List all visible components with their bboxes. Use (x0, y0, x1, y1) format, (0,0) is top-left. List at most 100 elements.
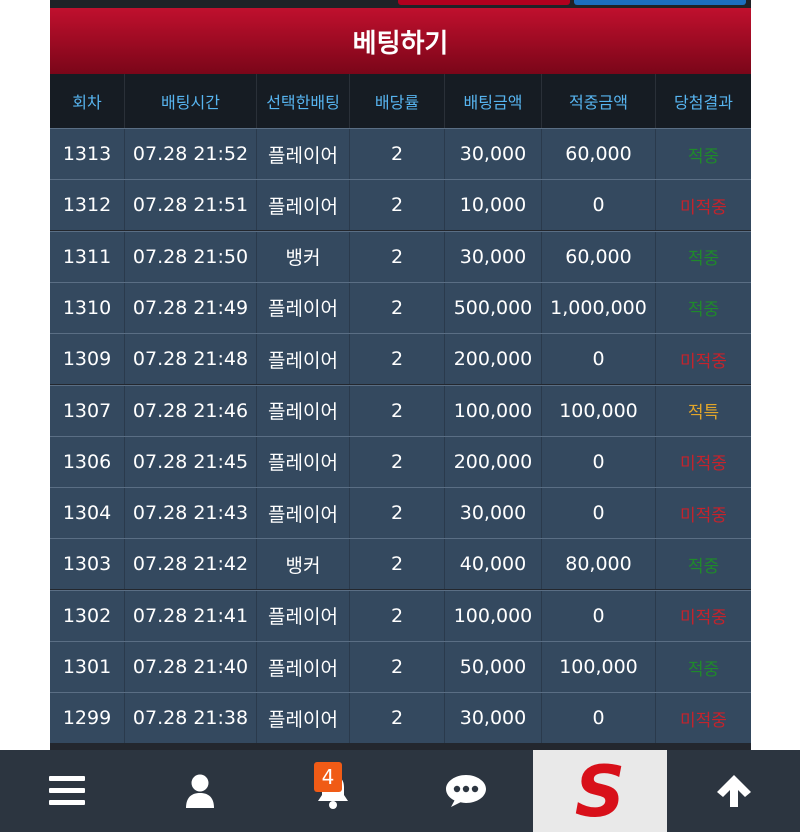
page-title: 베팅하기 (50, 8, 751, 74)
time-cell: 07.28 21:52 (125, 129, 257, 179)
bet-amount-cell: 30,000 (445, 488, 542, 539)
top-tab-strip (50, 0, 751, 8)
header-win-amount: 적중금액 (542, 74, 656, 128)
win-amount-cell: 100,000 (542, 642, 656, 692)
pick-cell: 플레이어 (257, 590, 350, 641)
win-amount-cell: 100,000 (542, 385, 656, 436)
header-time: 배팅시간 (125, 74, 257, 128)
win-amount-cell: 60,000 (542, 129, 656, 179)
time-cell: 07.28 21:38 (125, 693, 257, 744)
table-row: 1311 07.28 21:50 뱅커 2 30,000 60,000 적중 (50, 230, 751, 282)
table-row: 1313 07.28 21:52 플레이어 2 30,000 60,000 적중 (50, 128, 751, 179)
odds-cell: 2 (350, 693, 445, 744)
win-amount-cell: 0 (542, 334, 656, 385)
pick-cell: 플레이어 (257, 385, 350, 436)
odds-cell: 2 (350, 385, 445, 436)
time-cell: 07.28 21:43 (125, 488, 257, 539)
arrow-up-icon (716, 775, 751, 807)
result-cell: 미적중 (680, 197, 727, 218)
round-cell: 1312 (50, 180, 125, 231)
round-cell: 1301 (50, 642, 125, 692)
odds-cell: 2 (350, 436, 445, 487)
table-row: 1299 07.28 21:38 플레이어 2 30,000 0 미적중 (50, 692, 751, 744)
time-cell: 07.28 21:42 (125, 539, 257, 590)
time-cell: 07.28 21:41 (125, 590, 257, 641)
notification-count-badge: 4 (314, 762, 342, 792)
logo-button[interactable]: S (533, 750, 667, 832)
pick-cell: 플레이어 (257, 642, 350, 692)
win-amount-cell: 1,000,000 (542, 282, 656, 333)
odds-cell: 2 (350, 539, 445, 590)
pick-cell: 플레이어 (257, 180, 350, 231)
pick-cell: 플레이어 (257, 129, 350, 179)
table-row: 1307 07.28 21:46 플레이어 2 100,000 100,000 적특 (50, 384, 751, 436)
win-amount-cell: 0 (542, 436, 656, 487)
tab-indicator-red[interactable] (398, 0, 570, 5)
time-cell: 07.28 21:49 (125, 282, 257, 333)
win-amount-cell: 0 (542, 488, 656, 539)
table-row: 1302 07.28 21:41 플레이어 2 100,000 0 미적중 (50, 589, 751, 641)
round-cell: 1311 (50, 231, 125, 282)
chat-button[interactable] (399, 750, 533, 832)
result-cell: 적중 (687, 556, 720, 577)
table-row: 1310 07.28 21:49 플레이어 2 500,000 1,000,000 적중 (50, 281, 751, 333)
bet-amount-cell: 40,000 (445, 539, 542, 590)
result-cell: 적중 (687, 659, 720, 680)
pick-cell: 플레이어 (257, 488, 350, 539)
odds-cell: 2 (350, 282, 445, 333)
time-cell: 07.28 21:46 (125, 385, 257, 436)
result-cell: 미적중 (680, 351, 727, 372)
round-cell: 1299 (50, 693, 125, 744)
round-cell: 1313 (50, 129, 125, 179)
header-pick: 선택한배팅 (257, 74, 350, 128)
time-cell: 07.28 21:50 (125, 231, 257, 282)
bet-amount-cell: 200,000 (445, 436, 542, 487)
bet-amount-cell: 30,000 (445, 693, 542, 744)
time-cell: 07.28 21:51 (125, 180, 257, 231)
win-amount-cell: 0 (542, 693, 656, 744)
table-row: 1312 07.28 21:51 플레이어 2 10,000 0 미적중 (50, 179, 751, 231)
round-cell: 1310 (50, 282, 125, 333)
table-row: 1304 07.28 21:43 플레이어 2 30,000 0 미적중 (50, 487, 751, 539)
table-row: 1309 07.28 21:48 플레이어 2 200,000 0 미적중 (50, 333, 751, 385)
odds-cell: 2 (350, 590, 445, 641)
profile-button[interactable] (133, 750, 266, 832)
result-cell: 적중 (687, 249, 720, 270)
result-cell: 적특 (687, 403, 720, 423)
bottom-nav (0, 750, 800, 832)
result-cell: 적중 (687, 146, 720, 167)
tab-indicator-blue[interactable] (574, 0, 746, 5)
time-cell: 07.28 21:48 (125, 334, 257, 385)
odds-cell: 2 (350, 642, 445, 692)
odds-cell: 2 (350, 180, 445, 231)
odds-cell: 2 (350, 129, 445, 179)
scroll-top-button[interactable] (667, 750, 800, 832)
bet-amount-cell: 200,000 (445, 334, 542, 385)
result-cell: 미적중 (680, 710, 727, 731)
pick-cell: 플레이어 (257, 693, 350, 744)
odds-cell: 2 (350, 488, 445, 539)
pick-cell: 플레이어 (257, 436, 350, 487)
win-amount-cell: 60,000 (542, 231, 656, 282)
win-amount-cell: 0 (542, 590, 656, 641)
table-row: 1301 07.28 21:40 플레이어 2 50,000 100,000 적중 (50, 641, 751, 692)
round-cell: 1303 (50, 539, 125, 590)
result-cell: 미적중 (680, 454, 727, 475)
pick-cell: 뱅커 (257, 231, 350, 282)
user-icon (185, 774, 214, 808)
win-amount-cell: 0 (542, 180, 656, 231)
time-cell: 07.28 21:40 (125, 642, 257, 692)
bet-amount-cell: 500,000 (445, 282, 542, 333)
bet-amount-cell: 100,000 (445, 385, 542, 436)
pick-cell: 플레이어 (257, 282, 350, 333)
bet-amount-cell: 100,000 (445, 590, 542, 641)
svg-text:S: S (575, 756, 625, 826)
round-cell: 1306 (50, 436, 125, 487)
result-cell: 미적중 (680, 505, 727, 526)
result-cell: 미적중 (680, 608, 727, 629)
menu-button[interactable] (0, 750, 133, 832)
menu-icon (48, 776, 85, 805)
time-cell: 07.28 21:45 (125, 436, 257, 487)
round-cell: 1307 (50, 385, 125, 436)
bet-amount-cell: 50,000 (445, 642, 542, 692)
